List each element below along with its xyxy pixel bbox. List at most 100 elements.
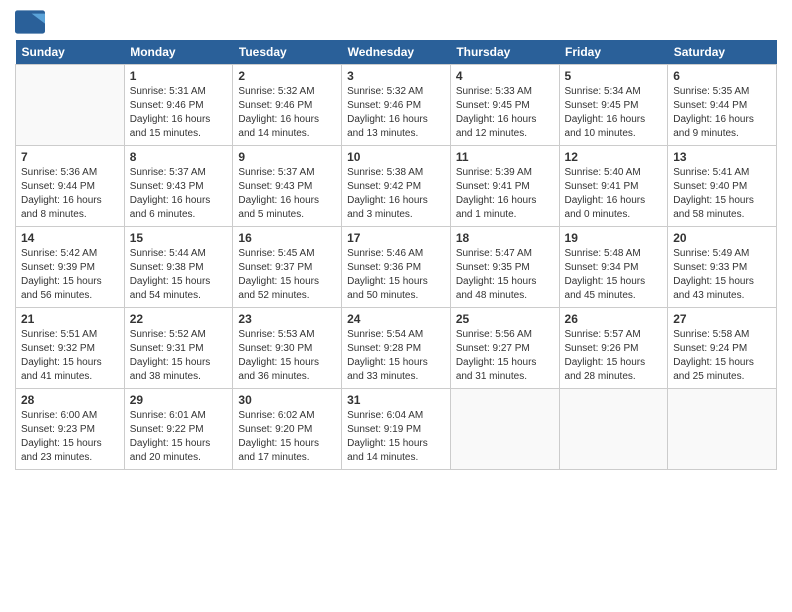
day-detail: Sunrise: 5:40 AMSunset: 9:41 PMDaylight:… (565, 166, 663, 222)
day-detail: Sunrise: 5:37 AMSunset: 9:43 PMDaylight:… (130, 166, 228, 222)
day-number: 23 (238, 312, 336, 326)
day-number: 30 (238, 393, 336, 407)
day-number: 15 (130, 231, 228, 245)
week-row-4: 21 Sunrise: 5:51 AMSunset: 9:32 PMDayligh… (16, 308, 777, 389)
day-number: 5 (565, 69, 663, 83)
calendar-cell: 15 Sunrise: 5:44 AMSunset: 9:38 PMDayligh… (124, 227, 233, 308)
day-number: 18 (456, 231, 554, 245)
calendar-table: SundayMondayTuesdayWednesdayThursdayFrid… (15, 40, 777, 470)
calendar-cell: 29 Sunrise: 6:01 AMSunset: 9:22 PMDayligh… (124, 389, 233, 470)
day-detail: Sunrise: 5:48 AMSunset: 9:34 PMDaylight:… (565, 247, 663, 303)
day-number: 20 (673, 231, 771, 245)
day-number: 9 (238, 150, 336, 164)
calendar-cell: 4Sunrise: 5:33 AMSunset: 9:45 PMDaylight… (450, 65, 559, 146)
day-detail: Sunrise: 5:42 AMSunset: 9:39 PMDaylight:… (21, 247, 119, 303)
weekday-header-monday: Monday (124, 40, 233, 65)
day-detail: Sunrise: 5:34 AMSunset: 9:45 PMDaylight:… (565, 85, 663, 141)
weekday-header-saturday: Saturday (668, 40, 777, 65)
calendar-cell: 5 Sunrise: 5:34 AMSunset: 9:45 PMDaylight… (559, 65, 668, 146)
weekday-header-thursday: Thursday (450, 40, 559, 65)
calendar-cell (16, 65, 125, 146)
day-detail: Sunrise: 5:33 AMSunset: 9:45 PMDaylight:… (456, 85, 554, 141)
day-number: 21 (21, 312, 119, 326)
day-detail: Sunrise: 5:32 AMSunset: 9:46 PMDaylight:… (238, 85, 336, 141)
day-detail: Sunrise: 5:44 AMSunset: 9:38 PMDaylight:… (130, 247, 228, 303)
day-detail: Sunrise: 6:01 AMSunset: 9:22 PMDaylight:… (130, 409, 228, 465)
calendar-cell (450, 389, 559, 470)
week-row-5: 28Sunrise: 6:00 AMSunset: 9:23 PMDayligh… (16, 389, 777, 470)
calendar-cell: 30 Sunrise: 6:02 AMSunset: 9:20 PMDayligh… (233, 389, 342, 470)
calendar-cell: 2Sunrise: 5:32 AMSunset: 9:46 PMDaylight… (233, 65, 342, 146)
day-detail: Sunrise: 5:51 AMSunset: 9:32 PMDaylight:… (21, 328, 119, 384)
day-detail: Sunrise: 5:56 AMSunset: 9:27 PMDaylight:… (456, 328, 554, 384)
calendar-cell: 11 Sunrise: 5:39 AMSunset: 9:41 PMDayligh… (450, 146, 559, 227)
week-row-2: 7 Sunrise: 5:36 AMSunset: 9:44 PMDaylight… (16, 146, 777, 227)
calendar-cell (668, 389, 777, 470)
day-detail: Sunrise: 5:57 AMSunset: 9:26 PMDaylight:… (565, 328, 663, 384)
day-number: 25 (456, 312, 554, 326)
calendar-cell: 14 Sunrise: 5:42 AMSunset: 9:39 PMDayligh… (16, 227, 125, 308)
weekday-header-sunday: Sunday (16, 40, 125, 65)
week-row-3: 14 Sunrise: 5:42 AMSunset: 9:39 PMDayligh… (16, 227, 777, 308)
calendar-cell: 7 Sunrise: 5:36 AMSunset: 9:44 PMDaylight… (16, 146, 125, 227)
calendar-cell: 12 Sunrise: 5:40 AMSunset: 9:41 PMDayligh… (559, 146, 668, 227)
day-number: 6 (673, 69, 771, 83)
day-detail: Sunrise: 6:02 AMSunset: 9:20 PMDaylight:… (238, 409, 336, 465)
day-detail: Sunrise: 5:47 AMSunset: 9:35 PMDaylight:… (456, 247, 554, 303)
day-detail: Sunrise: 5:38 AMSunset: 9:42 PMDaylight:… (347, 166, 445, 222)
weekday-header-row: SundayMondayTuesdayWednesdayThursdayFrid… (16, 40, 777, 65)
logo (15, 10, 49, 34)
weekday-header-tuesday: Tuesday (233, 40, 342, 65)
calendar-cell: 9Sunrise: 5:37 AMSunset: 9:43 PMDaylight… (233, 146, 342, 227)
calendar-cell: 6 Sunrise: 5:35 AMSunset: 9:44 PMDaylight… (668, 65, 777, 146)
day-number: 27 (673, 312, 771, 326)
day-number: 28 (21, 393, 119, 407)
day-number: 31 (347, 393, 445, 407)
day-detail: Sunrise: 5:52 AMSunset: 9:31 PMDaylight:… (130, 328, 228, 384)
day-detail: Sunrise: 5:36 AMSunset: 9:44 PMDaylight:… (21, 166, 119, 222)
day-number: 12 (565, 150, 663, 164)
day-number: 17 (347, 231, 445, 245)
day-number: 7 (21, 150, 119, 164)
day-number: 16 (238, 231, 336, 245)
day-number: 1 (130, 69, 228, 83)
day-number: 19 (565, 231, 663, 245)
weekday-header-friday: Friday (559, 40, 668, 65)
calendar-cell: 20 Sunrise: 5:49 AMSunset: 9:33 PMDayligh… (668, 227, 777, 308)
calendar-cell: 8 Sunrise: 5:37 AMSunset: 9:43 PMDaylight… (124, 146, 233, 227)
calendar-cell: 19 Sunrise: 5:48 AMSunset: 9:34 PMDayligh… (559, 227, 668, 308)
calendar-cell: 21 Sunrise: 5:51 AMSunset: 9:32 PMDayligh… (16, 308, 125, 389)
day-detail: Sunrise: 5:32 AMSunset: 9:46 PMDaylight:… (347, 85, 445, 141)
day-detail: Sunrise: 5:39 AMSunset: 9:41 PMDaylight:… (456, 166, 554, 222)
day-number: 10 (347, 150, 445, 164)
week-row-1: 1Sunrise: 5:31 AMSunset: 9:46 PMDaylight… (16, 65, 777, 146)
calendar-cell: 31 Sunrise: 6:04 AMSunset: 9:19 PMDayligh… (342, 389, 451, 470)
calendar-cell: 28Sunrise: 6:00 AMSunset: 9:23 PMDayligh… (16, 389, 125, 470)
page-container: SundayMondayTuesdayWednesdayThursdayFrid… (0, 0, 792, 480)
calendar-cell: 13Sunrise: 5:41 AMSunset: 9:40 PMDayligh… (668, 146, 777, 227)
header (15, 10, 777, 34)
weekday-header-wednesday: Wednesday (342, 40, 451, 65)
day-number: 22 (130, 312, 228, 326)
calendar-cell: 3 Sunrise: 5:32 AMSunset: 9:46 PMDaylight… (342, 65, 451, 146)
calendar-cell: 26Sunrise: 5:57 AMSunset: 9:26 PMDayligh… (559, 308, 668, 389)
day-detail: Sunrise: 5:53 AMSunset: 9:30 PMDaylight:… (238, 328, 336, 384)
logo-icon (15, 10, 45, 34)
calendar-cell: 10 Sunrise: 5:38 AMSunset: 9:42 PMDayligh… (342, 146, 451, 227)
day-number: 11 (456, 150, 554, 164)
day-detail: Sunrise: 5:49 AMSunset: 9:33 PMDaylight:… (673, 247, 771, 303)
day-detail: Sunrise: 5:45 AMSunset: 9:37 PMDaylight:… (238, 247, 336, 303)
calendar-cell: 27 Sunrise: 5:58 AMSunset: 9:24 PMDayligh… (668, 308, 777, 389)
calendar-cell: 18 Sunrise: 5:47 AMSunset: 9:35 PMDayligh… (450, 227, 559, 308)
day-detail: Sunrise: 5:58 AMSunset: 9:24 PMDaylight:… (673, 328, 771, 384)
day-number: 29 (130, 393, 228, 407)
calendar-cell: 17Sunrise: 5:46 AMSunset: 9:36 PMDayligh… (342, 227, 451, 308)
day-detail: Sunrise: 6:04 AMSunset: 9:19 PMDaylight:… (347, 409, 445, 465)
day-number: 8 (130, 150, 228, 164)
day-number: 3 (347, 69, 445, 83)
calendar-cell: 24Sunrise: 5:54 AMSunset: 9:28 PMDayligh… (342, 308, 451, 389)
calendar-cell: 23 Sunrise: 5:53 AMSunset: 9:30 PMDayligh… (233, 308, 342, 389)
day-number: 13 (673, 150, 771, 164)
day-number: 14 (21, 231, 119, 245)
day-detail: Sunrise: 5:35 AMSunset: 9:44 PMDaylight:… (673, 85, 771, 141)
